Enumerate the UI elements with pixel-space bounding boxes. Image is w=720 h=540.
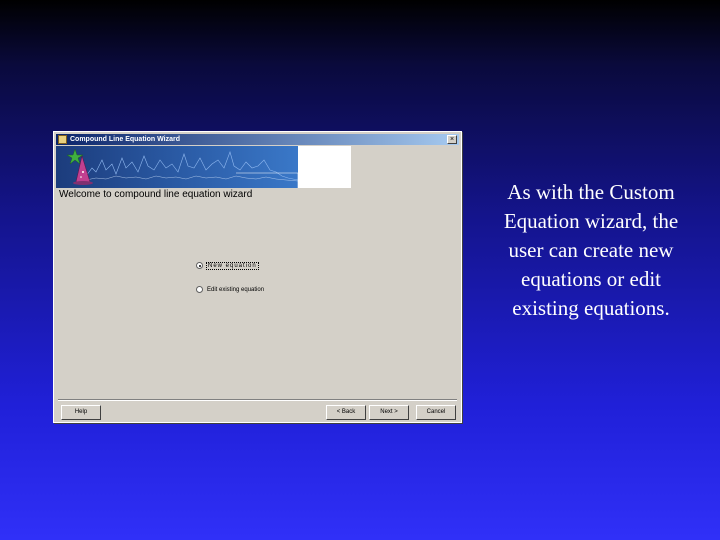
banner-blank-area bbox=[298, 146, 351, 188]
app-icon bbox=[58, 135, 67, 144]
close-button[interactable]: × bbox=[447, 135, 457, 144]
next-button[interactable]: Next > bbox=[369, 405, 409, 420]
button-separator bbox=[58, 399, 457, 401]
option-new-equation[interactable]: New equation bbox=[196, 261, 259, 270]
radio-new-equation[interactable] bbox=[196, 262, 203, 269]
option-edit-equation[interactable]: Edit existing equation bbox=[196, 286, 264, 293]
option-new-equation-label: New equation bbox=[206, 261, 259, 270]
cancel-button[interactable]: Cancel bbox=[416, 405, 456, 420]
window-title: Compound Line Equation Wizard bbox=[70, 136, 180, 143]
wizard-heading: Welcome to compound line equation wizard bbox=[59, 189, 253, 200]
wizard-window: Compound Line Equation Wizard × Welcome … bbox=[53, 131, 462, 423]
help-button[interactable]: Help bbox=[61, 405, 101, 420]
back-button[interactable]: < Back bbox=[326, 405, 366, 420]
wizard-icon bbox=[66, 148, 93, 185]
title-bar[interactable]: Compound Line Equation Wizard × bbox=[56, 134, 459, 145]
wizard-banner bbox=[56, 146, 298, 188]
radio-edit-equation[interactable] bbox=[196, 286, 203, 293]
slide-caption: As with the Custom Equation wizard, the … bbox=[503, 180, 679, 320]
option-edit-equation-label: Edit existing equation bbox=[207, 286, 265, 293]
